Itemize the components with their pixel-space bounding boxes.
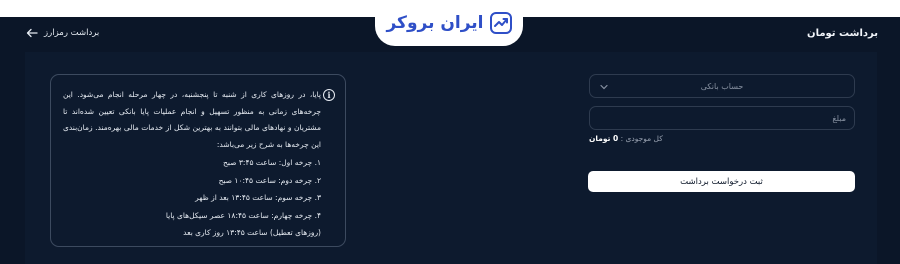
balance-info: کل موجودی : 0 تومان — [589, 134, 663, 143]
balance-label: کل موجودی : — [620, 134, 663, 143]
paya-cycle-item: ۳. چرخه سوم: ساعت ۱۳:۴۵ بعد از ظهر — [195, 193, 321, 202]
crypto-withdraw-label: برداشت رمزارز — [44, 28, 100, 38]
amount-field[interactable] — [589, 106, 855, 130]
paya-cycle-list: ۱. چرخه اول: ساعت ۳:۴۵ صبح ۲. چرخه دوم: … — [63, 154, 321, 242]
balance-value: 0 تومان — [589, 134, 619, 143]
paya-cycle-item: (روزهای تعطیل) ساعت ۱۳:۴۵ روز کاری بعد — [183, 228, 321, 237]
growth-chart-icon — [489, 12, 512, 34]
info-paragraph: پایا، در روزهای کاری از شنبه تا پنجشنبه،… — [63, 90, 321, 149]
crypto-withdraw-link[interactable]: برداشت رمزارز — [26, 28, 99, 38]
bank-account-select[interactable]: حساب بانکی — [589, 74, 855, 98]
logo[interactable]: ایران بروکر — [375, 0, 523, 46]
info-circle-icon: i — [323, 89, 335, 101]
chevron-down-icon — [600, 84, 608, 90]
amount-input[interactable] — [598, 113, 846, 123]
logo-text: ایران بروکر — [386, 13, 484, 33]
paya-cycle-item: ۱. چرخه اول: ساعت ۳:۴۵ صبح — [223, 158, 321, 167]
paya-cycle-item: ۲. چرخه دوم: ساعت ۱۰:۴۵ صبح — [218, 175, 321, 185]
bank-account-placeholder: حساب بانکی — [700, 81, 744, 91]
paya-info-box: i پایا، در روزهای کاری از شنبه تا پنجشنب… — [50, 74, 346, 247]
submit-withdraw-button[interactable]: ثبت درخواست برداشت — [588, 171, 855, 192]
arrow-left-icon — [26, 28, 38, 38]
paya-cycle-item: ۴. چرخه چهارم: ساعت ۱۸:۴۵ عصر سیکل‌های پ… — [165, 210, 321, 220]
page-title: برداشت تومان — [807, 28, 878, 39]
